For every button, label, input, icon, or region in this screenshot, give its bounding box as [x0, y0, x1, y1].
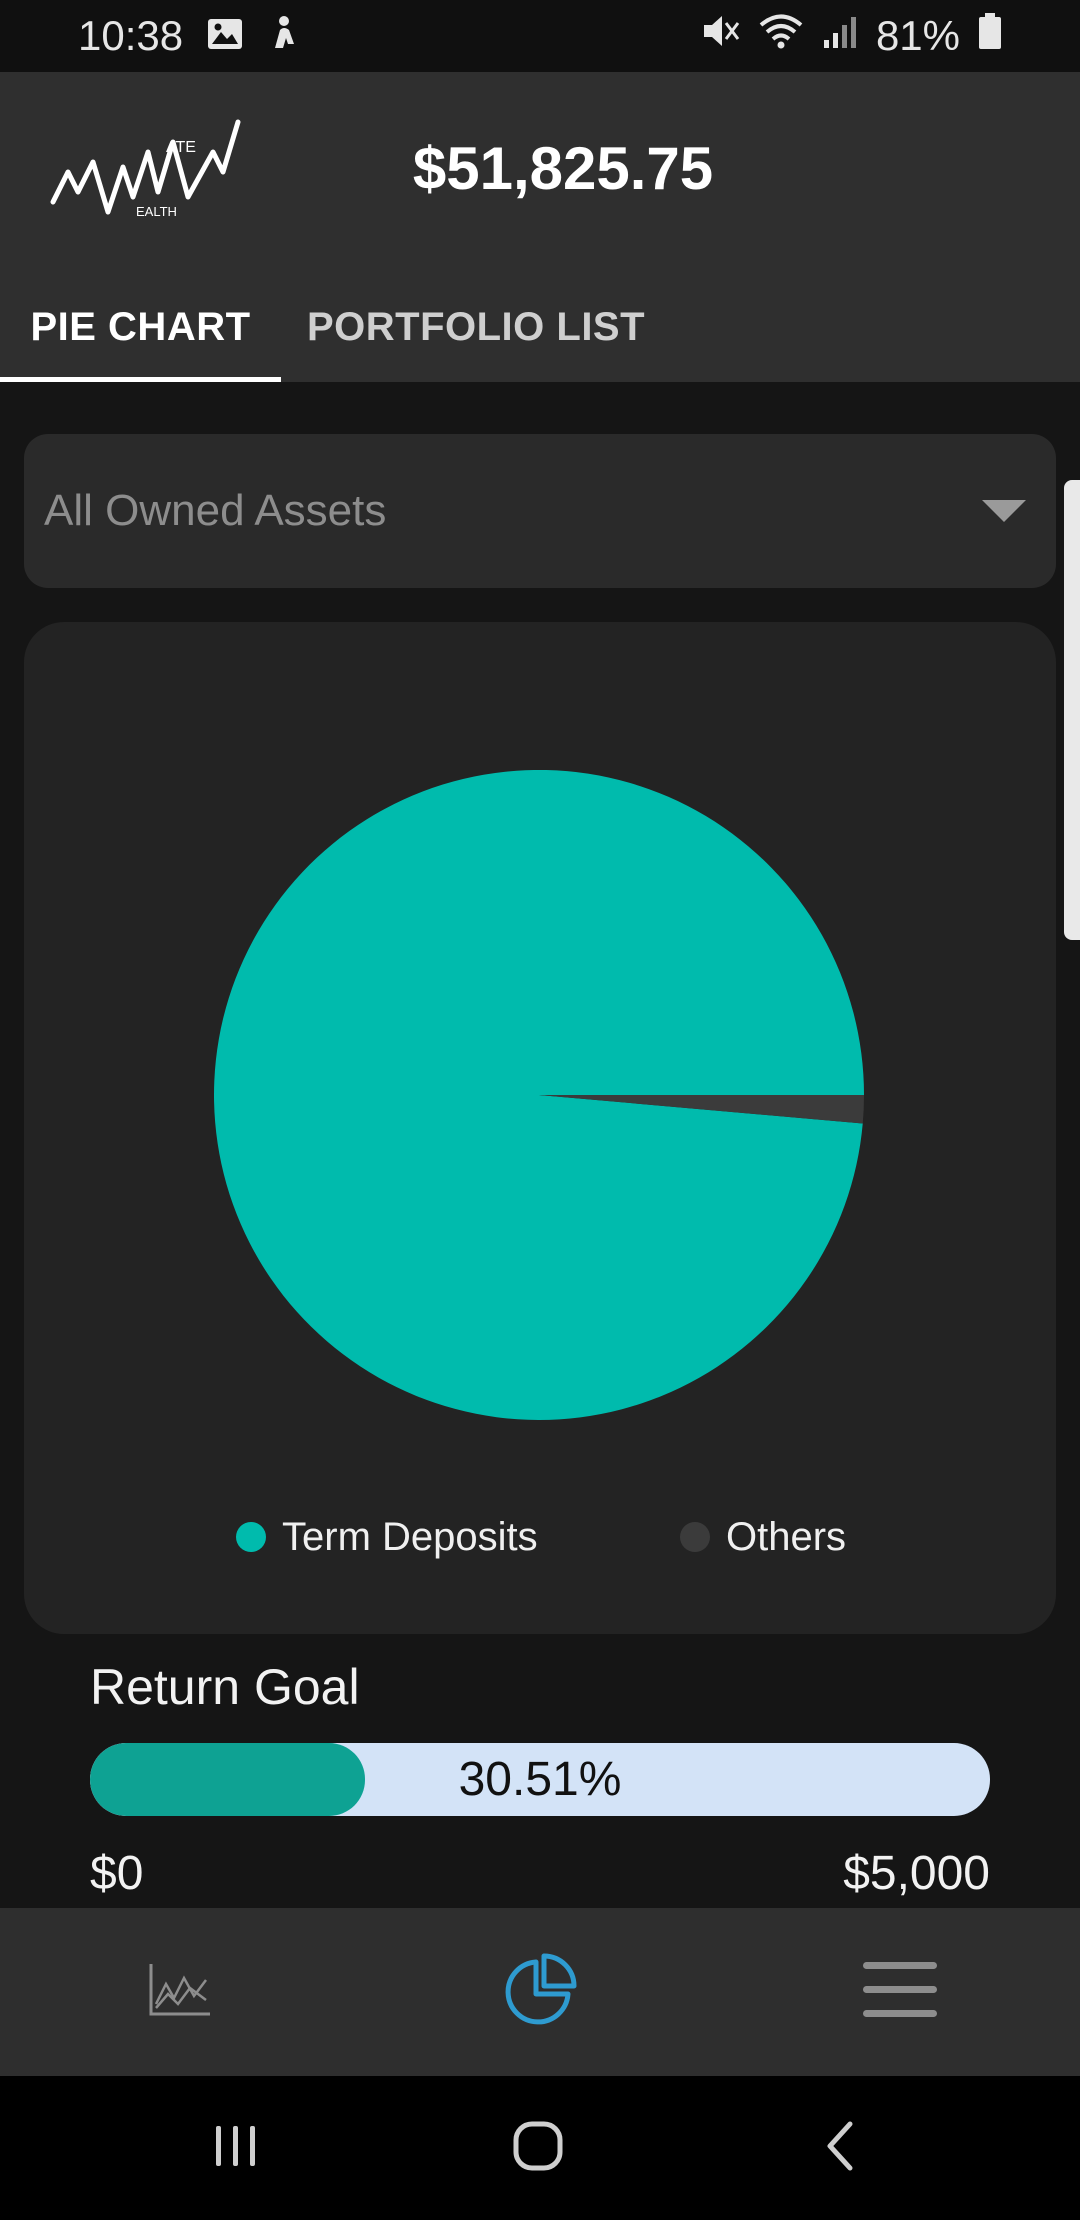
- pie-chart: [214, 770, 864, 1420]
- pie-slice-term-deposits[interactable]: [214, 770, 864, 1420]
- return-goal-min: $0: [90, 1847, 144, 1900]
- legend-label-others: Others: [726, 1514, 847, 1559]
- nav-trends-button[interactable]: [80, 1908, 280, 2076]
- return-goal-title: Return Goal: [90, 1659, 360, 1715]
- dropdown-arrow-icon: [982, 500, 1026, 522]
- tab-pie-chart[interactable]: PIE CHART: [0, 272, 281, 382]
- return-goal-percent: 30.51%: [458, 1753, 622, 1806]
- pie-chart-card: Term Deposits Others: [24, 622, 1056, 1634]
- tab-selected-indicator: [0, 377, 281, 382]
- notification-icon: [267, 12, 299, 60]
- pie-chart-icon: [502, 1952, 578, 2033]
- wifi-icon: [758, 12, 804, 60]
- status-bar: 10:38 81%: [0, 0, 1080, 72]
- logo-text-bottom: EALTH: [136, 204, 177, 219]
- battery-percent: 81%: [875, 12, 960, 59]
- portfolio-total-value: $51,825.75: [412, 135, 714, 202]
- app-header: ATE EALTH $51,825.75 PIE CHART PORTFOLIO…: [0, 72, 1080, 382]
- system-navigation-bar: [0, 2076, 1080, 2220]
- asset-filter-dropdown[interactable]: All Owned Assets: [24, 434, 1056, 588]
- chart-legend: Term Deposits Others: [24, 1502, 1056, 1572]
- return-goal-progress-bar: 30.51%: [90, 1743, 990, 1816]
- recent-apps-icon: [212, 2122, 260, 2175]
- home-button[interactable]: [458, 2076, 618, 2220]
- recent-apps-button[interactable]: [156, 2076, 316, 2220]
- bottom-navigation: [0, 1908, 1080, 2076]
- tab-portfolio-list[interactable]: PORTFOLIO LIST: [300, 272, 652, 382]
- legend-swatch-others: [680, 1522, 710, 1552]
- nav-menu-button[interactable]: [800, 1908, 1000, 2076]
- back-button[interactable]: [760, 2076, 920, 2220]
- nav-pie-chart-button[interactable]: [440, 1908, 640, 2076]
- mute-icon: [700, 12, 740, 60]
- home-icon: [512, 2120, 564, 2177]
- view-tabs: PIE CHART PORTFOLIO LIST: [0, 272, 1080, 382]
- legend-swatch-term-deposits: [236, 1522, 266, 1552]
- trends-icon: [148, 1962, 212, 2023]
- gallery-icon: [207, 12, 243, 60]
- menu-icon: [863, 1959, 937, 2026]
- battery-icon: [978, 12, 1002, 60]
- return-goal-max: $5,000: [843, 1847, 990, 1900]
- asset-filter-value: All Owned Assets: [44, 486, 387, 535]
- scrollbar[interactable]: [1064, 480, 1080, 940]
- app-screen: 10:38 81% ATE EALTH $51,825.75 PIE CHART…: [0, 0, 1080, 2220]
- legend-label-term-deposits: Term Deposits: [282, 1514, 538, 1559]
- legend-item-term-deposits[interactable]: Term Deposits: [236, 1502, 538, 1572]
- status-time: 10:38: [78, 12, 184, 59]
- signal-icon: [822, 12, 858, 60]
- back-icon: [822, 2120, 858, 2177]
- legend-item-others[interactable]: Others: [680, 1502, 846, 1572]
